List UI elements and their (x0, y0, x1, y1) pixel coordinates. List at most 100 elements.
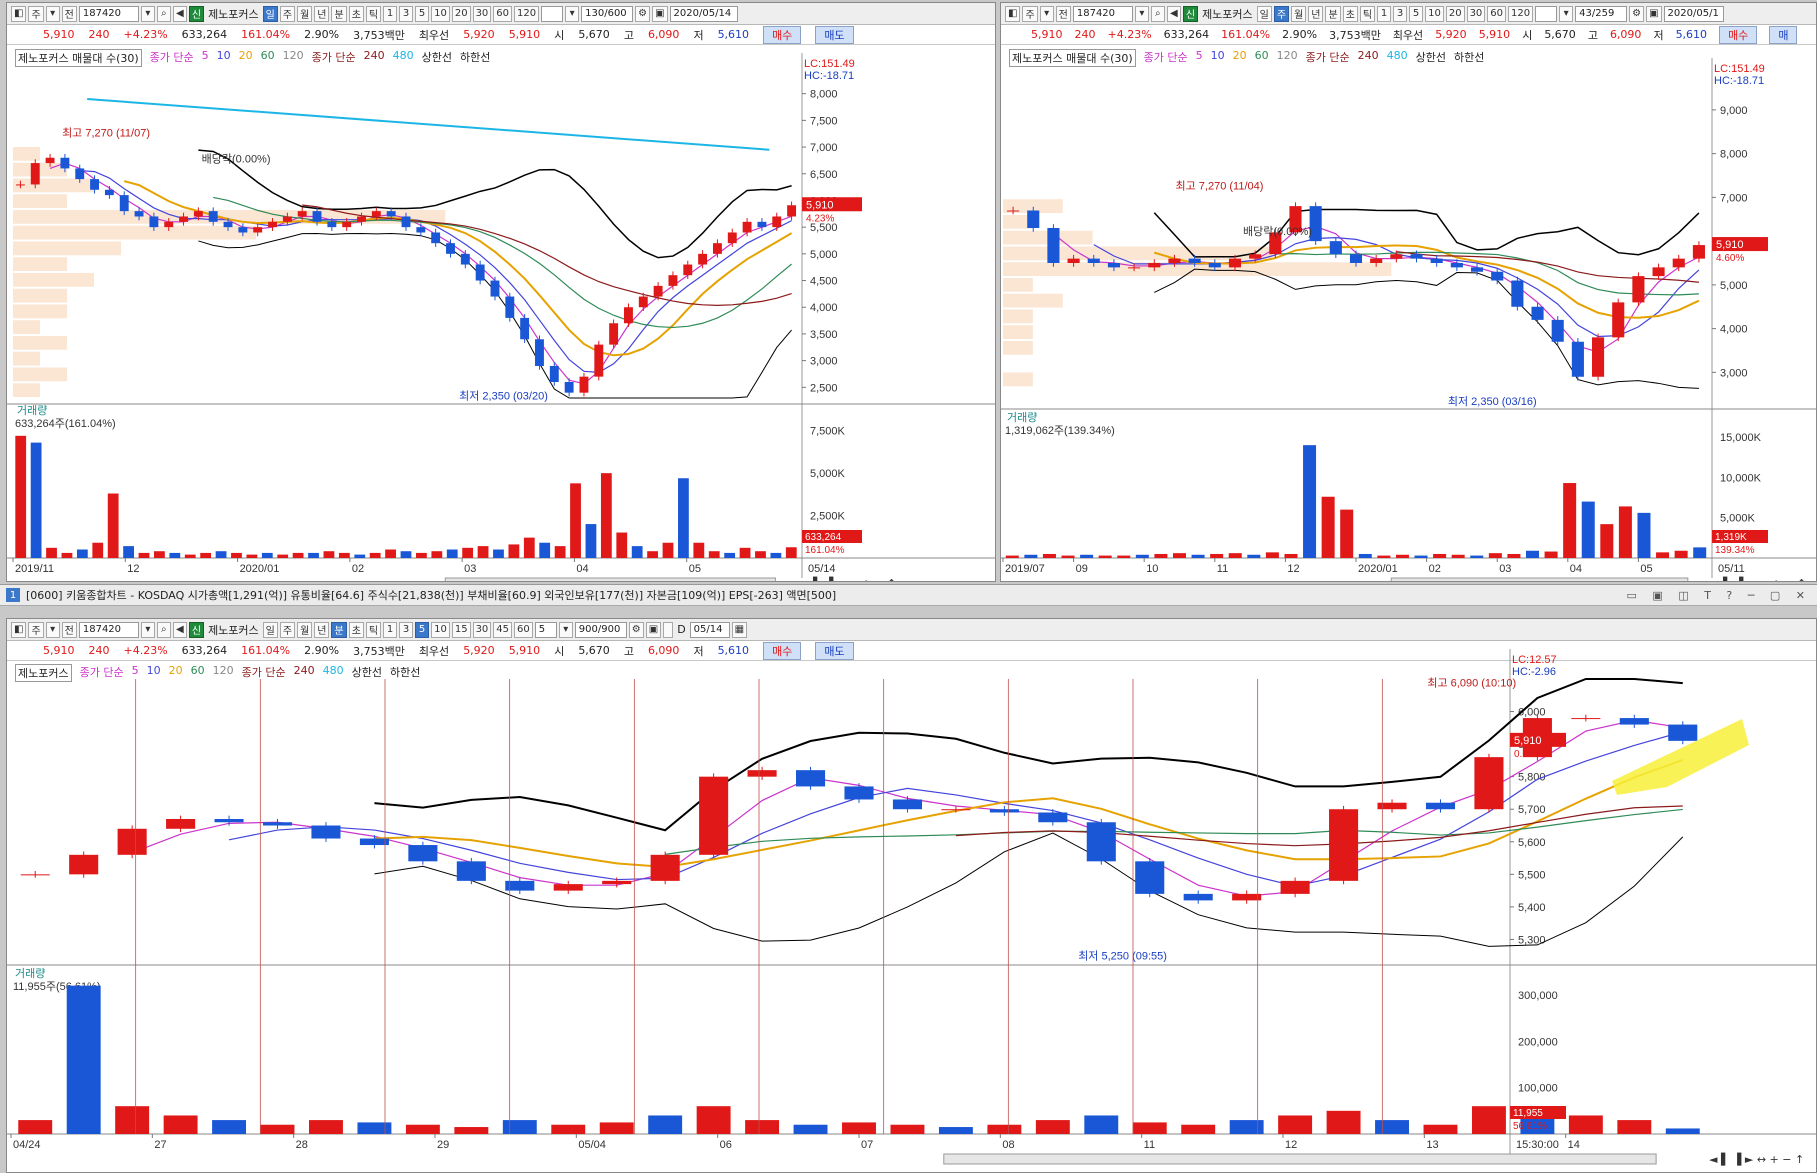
candle (69, 854, 99, 875)
volume-bar (107, 493, 119, 558)
volume-bar (308, 552, 319, 558)
candle (1652, 267, 1665, 277)
date-tick-label: 10 (1146, 563, 1158, 575)
candle (1349, 254, 1363, 263)
volume-bar (1665, 1128, 1700, 1134)
volume-bar (1414, 555, 1428, 558)
minute-chart-panel: ◧ 주 ▾ 전 187420 ▾ ⌕ ◀ 신 제노포커스 일 주 월 년 분 초… (6, 618, 1817, 1173)
volume-bar (115, 1106, 150, 1134)
date-tick-label: 14 (1568, 1139, 1580, 1151)
candle (747, 770, 777, 777)
volume-profile-bar (1003, 246, 1272, 261)
volume-pct-tag: 139.34% (1715, 545, 1755, 556)
candle (208, 211, 218, 222)
candle (742, 221, 752, 233)
low-annotation: 최저 2,350 (03/20) (459, 389, 548, 402)
candle (134, 211, 144, 217)
price-tick-label: 5,000 (1720, 280, 1748, 292)
volume-bar (431, 551, 443, 558)
date-tick-label: 27 (154, 1139, 166, 1151)
candle (223, 221, 233, 228)
weekly-chart-panel: ◧ 주 ▾ 전 187420 ▾ ⌕ ◀ 신 제노포커스 일 주 월 년 분 초… (1000, 2, 1817, 582)
volume-bar (231, 552, 242, 558)
zoom-controls: ◄ ▌ ▐ ► ↔ + − ↑ (801, 576, 896, 581)
volume-bar (212, 1120, 247, 1134)
volume-bar (1600, 524, 1614, 558)
volume-profile-bar (13, 304, 68, 319)
high-annotation: 최고 7,270 (11/07) (62, 127, 150, 140)
candle (1208, 263, 1221, 268)
current-pct-tag: 4.60% (1716, 253, 1744, 264)
candle (357, 216, 366, 222)
volume-bar (724, 552, 736, 558)
candle (475, 264, 485, 281)
candle (712, 243, 722, 254)
lc-label: LC:151.49 (804, 58, 855, 70)
volume-bar (1284, 553, 1298, 558)
ma480-line (87, 98, 770, 151)
price-tick-label: 5,700 (1518, 804, 1546, 816)
volume-bar (1278, 1115, 1313, 1134)
candle (1128, 267, 1141, 269)
candle (386, 211, 396, 217)
volume-bar (154, 551, 165, 558)
volume-bar (1471, 1106, 1506, 1134)
volume-bar (1210, 553, 1224, 558)
volume-bar (1042, 553, 1056, 558)
date-tick-label: 07 (861, 1139, 873, 1151)
window-number[interactable]: 1 (6, 588, 20, 602)
volume-bar (1247, 554, 1261, 558)
candle (796, 770, 826, 787)
current-price-tag: 5,910 (1716, 239, 1744, 251)
candle (408, 845, 438, 862)
candle (119, 195, 129, 212)
volume-bar (570, 483, 581, 558)
volume-bar (261, 552, 273, 558)
hc-label: HC:-18.71 (1714, 75, 1764, 87)
candle (15, 184, 25, 186)
volume-tick-label: 300,000 (1518, 990, 1558, 1002)
volume-bar (502, 1120, 537, 1134)
candle (1491, 271, 1504, 281)
price-tick-label: 2,500 (810, 382, 838, 394)
daily-candle-chart[interactable]: LC:151.49HC:-18.718,0007,5007,0006,5006,… (7, 3, 995, 581)
weekly-candle-chart[interactable]: LC:151.49HC:-18.719,0008,0007,0006,0005,… (1001, 3, 1816, 581)
volume-profile-bar (13, 383, 41, 397)
volume-bar (1154, 553, 1168, 558)
candle (1038, 812, 1068, 823)
bollinger-upper (198, 149, 792, 259)
price-tick-label: 8,000 (810, 89, 838, 101)
volume-bar (1433, 553, 1447, 558)
volume-bar (18, 1120, 53, 1134)
volume-bar (477, 546, 489, 558)
candle (297, 211, 307, 217)
candle (1632, 276, 1645, 303)
volume-bar (785, 547, 797, 558)
volume-bar (260, 1124, 295, 1134)
volume-pct-tag: 56.61% (1513, 1121, 1547, 1132)
volume-title: 거래량 (1007, 411, 1037, 424)
price-tick-label: 4,000 (1720, 324, 1748, 336)
candle (1087, 258, 1100, 263)
volume-bar (708, 551, 720, 558)
volume-tag: 633,264 (805, 532, 842, 543)
volume-bar (46, 547, 57, 558)
minute-candle-chart[interactable]: LC:12.57HC:-2.966,0005,9005,8005,7005,60… (7, 619, 1816, 1172)
candle (1067, 258, 1080, 263)
candle (1188, 258, 1201, 263)
candle (1571, 718, 1601, 720)
volume-bar (1507, 553, 1521, 558)
volume-bar (793, 1124, 828, 1134)
window-controls[interactable]: ▭ ▣ ◫ T ? ─ ▢ ✕ (1627, 589, 1817, 602)
candle (1183, 893, 1213, 901)
candle (214, 819, 244, 823)
volume-bar (662, 542, 674, 558)
candle (553, 884, 583, 891)
volume-profile-bar (13, 147, 41, 161)
candle (117, 828, 147, 855)
volume-bar (1617, 1120, 1652, 1134)
date-tick-label: 09 (1076, 563, 1088, 575)
candle (1280, 880, 1310, 894)
volume-bar (292, 552, 304, 558)
price-tick-label: 3,000 (810, 356, 838, 368)
